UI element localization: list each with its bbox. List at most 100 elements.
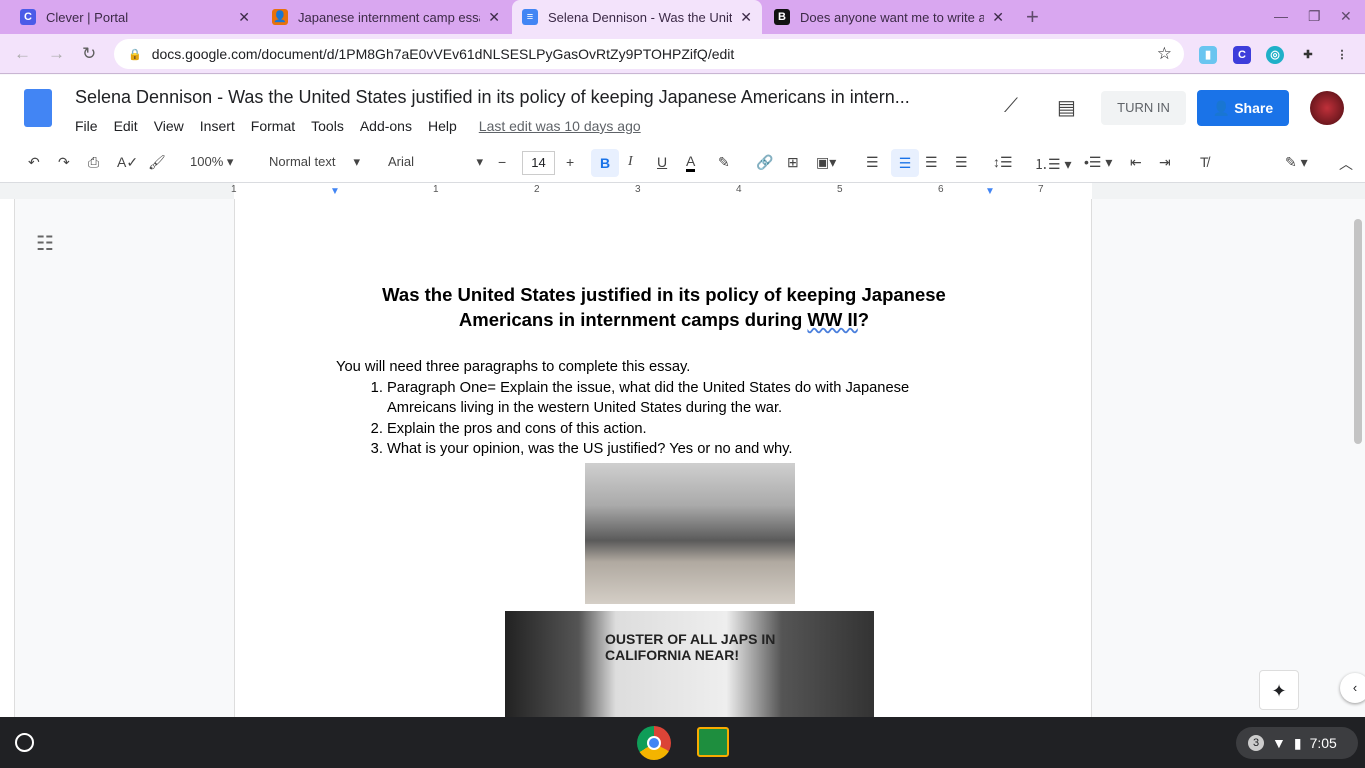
list-item: Explain the pros and cons of this action… — [387, 419, 961, 440]
align-center-icon[interactable]: ☰ — [891, 149, 919, 177]
menu-help[interactable]: Help — [428, 118, 457, 134]
clock: 7:05 — [1309, 735, 1337, 751]
justify-icon[interactable]: ☰ — [955, 154, 968, 171]
new-tab-button[interactable]: + — [1026, 4, 1039, 30]
status-tray[interactable]: 3 ▼ ▮ 7:05 — [1236, 727, 1358, 759]
close-icon[interactable]: ✕ — [992, 9, 1004, 26]
vertical-scrollbar[interactable] — [1354, 219, 1362, 444]
document-outline-icon[interactable]: ☷ — [36, 231, 54, 256]
clever-extension-icon[interactable]: C — [1233, 46, 1251, 64]
avatar[interactable] — [1310, 91, 1344, 125]
spellcheck-icon[interactable]: A✓ — [117, 154, 138, 171]
spelling-flag[interactable]: WW II — [807, 309, 857, 330]
menu-file[interactable]: File — [75, 118, 98, 134]
person-icon: 👤 — [1212, 100, 1235, 116]
ruler-label: 5 — [837, 184, 843, 195]
url-input[interactable]: 🔒 docs.google.com/document/d/1PM8Gh7aE0v… — [114, 39, 1184, 69]
document-title[interactable]: Selena Dennison - Was the United States … — [75, 87, 955, 108]
line-spacing-icon[interactable]: ↕☰ — [993, 154, 1013, 171]
print-icon[interactable]: ⎙ — [88, 154, 99, 171]
tab-title: Does anyone want me to write a — [800, 9, 985, 25]
tab-docs-active[interactable]: ≡ Selena Dennison - Was the Unite ✕ — [512, 0, 762, 34]
increase-indent-icon[interactable]: ⇥ — [1159, 154, 1171, 171]
decrease-font-size-button[interactable]: − — [498, 154, 506, 170]
menu-edit[interactable]: Edit — [114, 118, 138, 134]
puzzle-icon[interactable]: ✚ — [1299, 46, 1317, 64]
close-icon[interactable]: ✕ — [238, 9, 250, 26]
brainly-icon: B — [774, 9, 790, 25]
undo-icon[interactable]: ↶ — [28, 154, 40, 171]
menu-icon[interactable]: ⋮ — [1333, 46, 1351, 64]
zoom-select[interactable]: 100% ▾ — [190, 154, 233, 170]
extension-icon[interactable]: ▮ — [1199, 46, 1217, 64]
chrome-icon[interactable] — [637, 726, 671, 760]
close-icon[interactable]: ✕ — [488, 9, 500, 26]
menu-addons[interactable]: Add-ons — [360, 118, 412, 134]
tab-title: Japanese internment camp essa — [298, 9, 481, 25]
launcher-button[interactable] — [15, 733, 34, 752]
italic-button[interactable]: I — [628, 154, 633, 170]
tab-japanese-essay[interactable]: 👤 Japanese internment camp essa ✕ — [262, 0, 510, 34]
bookmark-star-icon[interactable]: ☆ — [1157, 44, 1172, 64]
horizontal-ruler[interactable]: 1 ▼ 1 2 3 4 5 6 ▼ 7 — [0, 183, 1365, 199]
underline-button[interactable]: U — [657, 154, 667, 170]
side-panel-toggle[interactable]: ‹ — [1340, 673, 1365, 703]
style-select[interactable]: Normal text ▾ — [269, 154, 360, 170]
menu-format[interactable]: Format — [251, 118, 295, 134]
address-bar-row: ← → ↻ 🔒 docs.google.com/document/d/1PM8G… — [0, 34, 1365, 74]
collapse-menus-icon[interactable]: ︿ — [1339, 154, 1353, 174]
internment-camp-photo[interactable] — [585, 463, 795, 604]
turn-in-button[interactable]: TURN IN — [1101, 91, 1186, 125]
editing-mode-icon[interactable]: ✎ ▾ — [1285, 154, 1308, 171]
document-page[interactable]: Was the United States justified in its p… — [234, 199, 1092, 717]
docs-logo-icon[interactable] — [24, 89, 52, 127]
decrease-indent-icon[interactable]: ⇤ — [1130, 154, 1142, 171]
tab-clever[interactable]: C Clever | Portal ✕ — [10, 0, 260, 34]
close-window-button[interactable]: ✕ — [1340, 8, 1352, 25]
intro-paragraph: You will need three paragraphs to comple… — [336, 359, 691, 375]
ruler-label: 1 — [433, 184, 439, 195]
classroom-app-icon[interactable] — [697, 727, 729, 757]
close-icon[interactable]: ✕ — [740, 9, 752, 26]
bold-button[interactable]: B — [591, 149, 619, 177]
extension-icon[interactable]: ◎ — [1266, 46, 1284, 64]
share-button[interactable]: 👤 Share — [1197, 90, 1289, 126]
menu-view[interactable]: View — [154, 118, 184, 134]
forward-button[interactable]: → — [48, 44, 65, 64]
right-indent-marker[interactable]: ▼ — [985, 186, 995, 197]
activity-trend-icon[interactable]: ⟋ — [1004, 95, 1018, 118]
align-left-icon[interactable]: ☰ — [866, 154, 879, 171]
notification-count: 3 — [1248, 735, 1264, 751]
comments-icon[interactable]: ▤ — [1057, 95, 1076, 120]
highlight-icon[interactable]: ✎ — [718, 154, 730, 171]
menu-tools[interactable]: Tools — [311, 118, 344, 134]
redo-icon[interactable]: ↷ — [58, 154, 70, 171]
clever-icon: C — [20, 9, 36, 25]
link-icon[interactable]: 🔗 — [756, 154, 773, 171]
last-edit-link[interactable]: Last edit was 10 days ago — [479, 118, 641, 134]
reload-button[interactable]: ↻ — [82, 44, 96, 64]
font-size-input[interactable]: 14 — [522, 151, 555, 175]
explore-button[interactable]: ✦ — [1259, 670, 1299, 710]
text-color-button[interactable]: A — [686, 154, 696, 172]
font-select[interactable]: Arial ▾ — [388, 154, 483, 169]
maximize-button[interactable]: ❐ — [1308, 8, 1321, 25]
menu-insert[interactable]: Insert — [200, 118, 235, 134]
shelf: 3 ▼ ▮ 7:05 — [0, 717, 1365, 768]
align-right-icon[interactable]: ☰ — [925, 154, 938, 171]
ruler-label: 2 — [534, 184, 540, 195]
document-body: You will need three paragraphs to comple… — [336, 357, 961, 460]
paint-format-icon[interactable]: 🖌 — [148, 154, 166, 171]
newspaper-photo[interactable]: OUSTER OF ALL JAPS IN CALIFORNIA NEAR! — [505, 611, 874, 717]
clear-formatting-icon[interactable]: T̸ — [1200, 154, 1209, 170]
bulleted-list-icon[interactable]: •☰ ▾ — [1084, 154, 1112, 171]
vertical-ruler[interactable] — [0, 199, 15, 717]
insert-image-icon[interactable]: ▣▾ — [816, 154, 836, 171]
tab-brainly[interactable]: B Does anyone want me to write a ✕ — [764, 0, 1014, 34]
increase-font-size-button[interactable]: + — [566, 154, 574, 170]
numbered-list-icon[interactable]: ⒈☰ ▾ — [1034, 154, 1071, 174]
minimize-button[interactable]: — — [1274, 8, 1288, 24]
back-button[interactable]: ← — [14, 44, 31, 64]
left-indent-marker[interactable]: ▼ — [330, 186, 340, 197]
add-comment-icon[interactable]: ⊞ — [787, 154, 799, 171]
